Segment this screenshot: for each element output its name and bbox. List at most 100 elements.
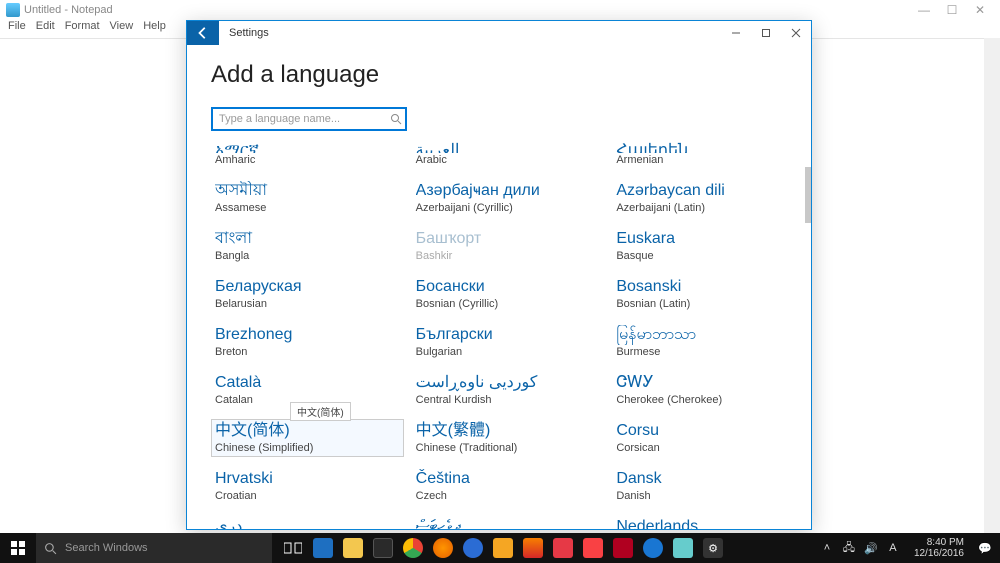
app-store[interactable] [368,533,398,563]
language-native-name: Hrvatski [215,469,400,489]
action-center-icon[interactable]: 💬 [978,542,992,555]
language-tooltip: 中文(简体) [290,402,351,421]
language-english-name: Arabic [416,153,601,167]
language-search-input[interactable] [211,107,407,131]
language-item[interactable]: BosanskiBosnian (Latin) [612,275,805,313]
tray-ime-indicator[interactable]: A [886,542,900,554]
close-button[interactable]: ✕ [966,3,994,17]
language-english-name: Corsican [616,441,801,455]
language-item[interactable]: বাংলাBangla [211,227,404,265]
app-thunderbird[interactable] [458,533,488,563]
language-item[interactable]: DanskDanish [612,467,805,505]
menu-help[interactable]: Help [143,20,166,38]
language-item[interactable]: EuskaraBasque [612,227,805,265]
settings-maximize-button[interactable] [751,21,781,45]
language-native-name: Български [416,325,601,345]
menu-view[interactable]: View [110,20,134,38]
language-english-name: Belarusian [215,297,400,311]
language-item[interactable]: অসমীয়াAssamese [211,179,404,217]
language-native-name: 中文(繁體) [416,421,601,441]
language-english-name: Azerbaijani (Latin) [616,201,801,215]
app-winamp[interactable] [488,533,518,563]
language-item[interactable]: Азәрбајҹан дилиAzerbaijani (Cyrillic) [412,179,605,217]
language-english-name: Assamese [215,201,400,215]
language-item[interactable]: درىDari [211,515,404,529]
app-xnview[interactable] [578,533,608,563]
language-item[interactable]: БосанскиBosnian (Cyrillic) [412,275,605,313]
language-item[interactable]: NederlandsDutch [612,515,805,529]
language-item[interactable]: کوردیی ناوەڕاستCentral Kurdish [412,371,605,409]
language-item[interactable]: ᏣᎳᎩCherokee (Cherokee) [612,371,805,409]
maximize-button[interactable]: ☐ [938,3,966,17]
language-native-name: درى [215,517,400,529]
language-native-name: Čeština [416,469,601,489]
app-notepad[interactable] [668,533,698,563]
app-filezilla[interactable] [608,533,638,563]
language-scrollbar[interactable] [805,139,811,529]
language-native-name: Башҡорт [416,229,601,249]
language-item[interactable]: CorsuCorsican [612,419,805,457]
language-english-name: Chinese (Simplified) [215,441,400,455]
page-title: Add a language [211,61,787,89]
language-english-name: Bashkir [416,249,601,263]
app-edge[interactable] [308,533,338,563]
taskbar-search-placeholder: Search Windows [65,542,148,554]
app-vlc[interactable] [518,533,548,563]
settings-minimize-button[interactable] [721,21,751,45]
language-item[interactable]: БашҡортBashkir [412,227,605,265]
language-english-name: Croatian [215,489,400,503]
app-explorer[interactable] [338,533,368,563]
app-settings[interactable]: ⚙ [698,533,728,563]
tray-chevron-icon[interactable]: ˄ [820,542,834,554]
tray-volume-icon[interactable]: 🔊 [864,542,878,555]
language-english-name: Azerbaijani (Cyrillic) [416,201,601,215]
app-irfanview[interactable] [548,533,578,563]
task-view-button[interactable] [278,533,308,563]
language-native-name: العربية [416,141,601,153]
language-item[interactable]: 中文(简体)Chinese (Simplified)中文(简体) [211,419,404,457]
language-item[interactable]: BrezhonegBreton [211,323,404,361]
start-button[interactable] [0,533,36,563]
language-item[interactable]: ՀայերենArmenian [612,139,805,169]
language-english-name: Bangla [215,249,400,263]
notepad-scrollbar[interactable] [984,38,1000,533]
app-firefox[interactable] [428,533,458,563]
language-item[interactable]: العربيةArabic [412,139,605,169]
menu-edit[interactable]: Edit [36,20,55,38]
back-button[interactable] [187,21,219,45]
tray-network-icon[interactable]: 🖧 [842,539,856,558]
language-item[interactable]: БългарскиBulgarian [412,323,605,361]
menu-format[interactable]: Format [65,20,100,38]
task-view-icon [284,541,302,555]
language-item[interactable]: Azərbaycan diliAzerbaijani (Latin) [612,179,805,217]
language-item[interactable]: 中文(繁體)Chinese (Traditional) [412,419,605,457]
language-native-name: Azərbaycan dili [616,181,801,201]
language-item[interactable]: ދިވެހިބަސްDivehi [412,515,605,529]
app-teamviewer[interactable] [638,533,668,563]
settings-title-text: Settings [219,21,721,45]
language-item[interactable]: မြန်မာဘာသာBurmese [612,323,805,361]
language-native-name: አማርኛ [215,141,400,153]
language-english-name: Breton [215,345,400,359]
language-native-name: ᏣᎳᎩ [616,373,801,393]
language-english-name: Chinese (Traditional) [416,441,601,455]
taskbar-clock[interactable]: 8:40 PM 12/16/2016 [908,537,970,559]
arrow-left-icon [196,26,210,40]
language-native-name: Босански [416,277,601,297]
settings-close-button[interactable] [781,21,811,45]
app-chrome[interactable] [398,533,428,563]
language-english-name: Armenian [616,153,801,167]
language-item[interactable]: HrvatskiCroatian [211,467,404,505]
language-list: አማርኛAmharicالعربيةArabicՀայերենArmenianঅ… [211,139,805,529]
language-english-name: Amharic [215,153,400,167]
minimize-button[interactable]: — [910,3,938,17]
language-english-name: Burmese [616,345,801,359]
taskbar-search[interactable]: Search Windows [36,533,272,563]
scrollbar-thumb[interactable] [805,167,811,223]
notepad-title-text: Untitled - Notepad [24,4,113,16]
menu-file[interactable]: File [8,20,26,38]
language-item[interactable]: አማርኛAmharic [211,139,404,169]
clock-date: 12/16/2016 [914,548,964,559]
language-item[interactable]: ČeštinaCzech [412,467,605,505]
language-item[interactable]: БеларускаяBelarusian [211,275,404,313]
